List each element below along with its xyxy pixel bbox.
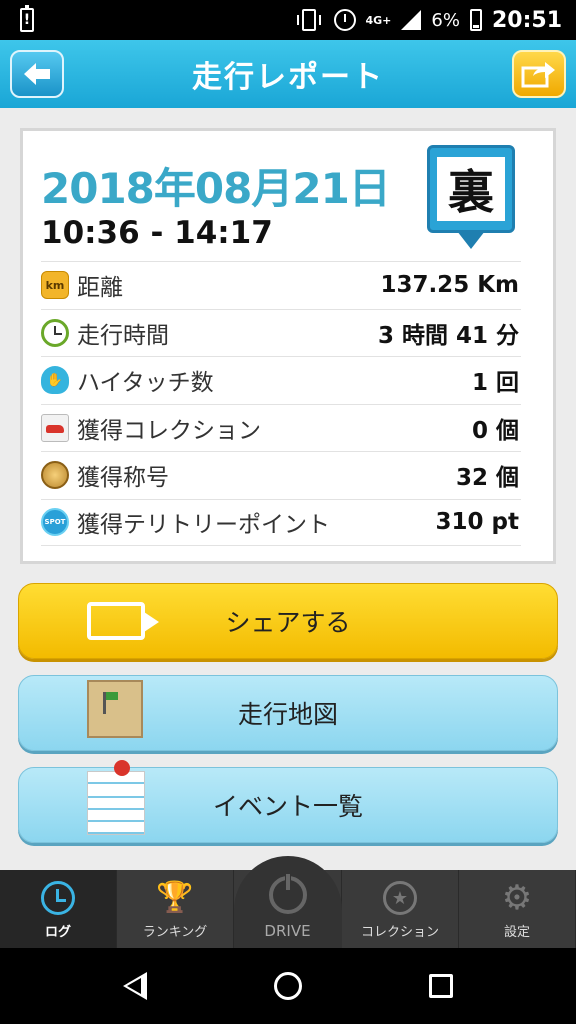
clock: 20:51 [491,7,562,33]
stat-row-drive-time: 走行時間 3 時間 41 分 [41,308,521,357]
nav-home-icon[interactable] [273,972,302,1000]
vibrate-icon [296,9,321,31]
report-card: 2018年08月21日 10:36 - 14:17 裏 km 距離 137.25… [20,128,556,564]
tab-label: ランキング [142,925,208,940]
arrow-left-icon [24,63,50,85]
tab-label: DRIVE [264,922,311,940]
tab-drive[interactable]: DRIVE [233,856,342,948]
nav-back-icon[interactable] [123,972,148,1000]
stat-value: 3 時間 41 分 [377,322,519,349]
battery-alert-icon: ! [20,5,34,32]
memo-pin-icon [87,760,145,837]
bottom-tab-bar: ログ 🏆 ランキング DRIVE ★ コレクション ⚙ 設定 [0,856,576,948]
hand-icon: ✋ [41,366,69,395]
stats-list: km 距離 137.25 Km 走行時間 3 時間 41 分 ✋ ハイタッチ数 … [41,261,521,546]
star-icon: ★ [383,881,417,915]
badge-character: 裏 [437,157,505,221]
stat-row-distance: km 距離 137.25 Km [41,261,521,309]
clock-icon [41,318,69,347]
page-title: 走行レポート [192,60,384,95]
alarm-icon [333,9,356,31]
tab-collection[interactable]: ★ コレクション [342,870,459,948]
stat-value: 310 pt [435,509,519,536]
stat-value: 137.25 Km [380,272,519,299]
title-medal-icon [41,461,69,490]
tab-settings[interactable]: ⚙ 設定 [459,870,576,948]
battery-icon [469,9,482,31]
event-list-button-label: イベント一覧 [212,792,363,821]
stat-row-titles: 獲得称号 32 個 [41,451,521,499]
badge-pin-tip [457,231,485,249]
stat-label: 走行時間 [77,322,169,349]
report-time-range: 10:36 - 14:17 [41,215,273,251]
trophy-icon: 🏆 [156,880,194,915]
tab-ranking[interactable]: 🏆 ランキング [117,870,234,948]
share-arrow-icon [521,62,555,88]
share-button-label: シェアする [225,608,351,637]
nav-recent-icon[interactable] [428,974,453,998]
stat-row-territory: SPOT 獲得テリトリーポイント 310 pt [41,498,521,546]
tab-label: コレクション [360,925,439,940]
back-button[interactable] [10,50,64,98]
share-header-button[interactable] [512,50,566,98]
gear-icon: ⚙ [501,878,533,918]
stat-value: 1 回 [471,370,519,397]
badge-frame: 裏 [427,145,515,233]
drive-map-button[interactable]: 走行地図 [18,675,558,751]
tab-log[interactable]: ログ [0,870,117,948]
signal-icon [401,10,422,30]
system-nav-bar [0,948,576,1024]
spot-icon: SPOT [41,508,69,537]
stat-row-collection: 獲得コレクション 0 個 [41,403,521,452]
stat-label: ハイタッチ数 [77,370,214,397]
stat-value: 32 個 [455,465,519,492]
share-icon [87,602,159,640]
stat-label: 距離 [77,275,123,302]
stat-label: 獲得テリトリーポイント [77,512,330,539]
power-icon [268,872,307,914]
status-bar: ! 4G+ 6% 20:51 [0,0,576,40]
map-icon [87,680,143,742]
tab-label: ログ [44,925,71,940]
event-list-button[interactable]: イベント一覧 [18,760,558,843]
clock-log-icon [41,881,75,915]
app-header: 走行レポート [0,40,576,108]
km-icon: km [41,271,69,300]
report-date: 2018年08月21日 [41,164,391,213]
stat-label: 獲得称号 [77,465,169,492]
network-type: 4G+ [365,13,392,27]
share-button[interactable]: シェアする [18,583,558,659]
stat-row-high-touch: ✋ ハイタッチ数 1 回 [41,356,521,404]
car-icon [41,413,69,442]
stat-label: 獲得コレクション [77,417,261,444]
tab-label: 設定 [503,925,530,940]
stat-value: 0 個 [471,417,519,444]
battery-percent: 6% [431,9,460,31]
area-badge[interactable]: 裏 [427,145,515,255]
drive-map-button-label: 走行地図 [237,700,338,729]
